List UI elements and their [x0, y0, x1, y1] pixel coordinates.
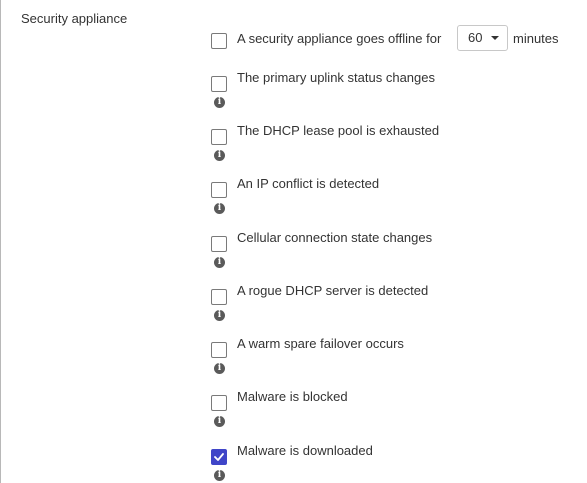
offline-minutes-select[interactable]: 60 [457, 25, 508, 51]
alert-row: i Malware is downloaded [211, 443, 581, 483]
section-title: Security appliance [21, 11, 128, 26]
offline-alert-suffix: minutes [513, 31, 559, 46]
alert-checkbox[interactable] [211, 449, 227, 465]
info-icon[interactable]: i [214, 470, 225, 481]
alert-checkbox[interactable] [211, 129, 227, 145]
alert-label: The primary uplink status changes [237, 70, 435, 85]
alert-label: Malware is downloaded [237, 443, 373, 458]
alert-checkbox[interactable] [211, 236, 227, 252]
alert-row: i A warm spare failover occurs [211, 336, 581, 382]
info-icon[interactable]: i [214, 416, 225, 427]
alert-checkbox[interactable] [211, 76, 227, 92]
alert-checkbox[interactable] [211, 289, 227, 305]
info-icon[interactable]: i [214, 97, 225, 108]
alert-row: i Cellular connection state changes [211, 230, 581, 276]
alert-label: A rogue DHCP server is detected [237, 283, 429, 298]
alert-row: i The primary uplink status changes [211, 70, 581, 116]
alert-row: i A rogue DHCP server is detected [211, 283, 581, 329]
offline-minutes-value: 60 [468, 30, 483, 45]
info-icon[interactable]: i [214, 363, 225, 374]
checkmark-icon [214, 453, 224, 461]
offline-alert-checkbox[interactable] [211, 33, 227, 49]
alert-checkbox[interactable] [211, 182, 227, 198]
panel-left-border [0, 0, 1, 483]
info-icon[interactable]: i [214, 310, 225, 321]
info-icon[interactable]: i [214, 203, 225, 214]
offline-alert-label: A security appliance goes offline for [237, 31, 442, 46]
alert-row: i The DHCP lease pool is exhausted [211, 123, 581, 169]
alert-label: Malware is blocked [237, 389, 348, 404]
alert-row: i An IP conflict is detected [211, 176, 581, 222]
alert-checkbox[interactable] [211, 395, 227, 411]
alert-label: The DHCP lease pool is exhausted [237, 123, 440, 138]
alert-label: An IP conflict is detected [237, 176, 380, 191]
info-icon[interactable]: i [214, 150, 225, 161]
chevron-down-icon [491, 36, 499, 40]
alert-checkbox[interactable] [211, 342, 227, 358]
alert-label: Cellular connection state changes [237, 230, 433, 245]
alert-label: A warm spare failover occurs [237, 336, 404, 351]
info-icon[interactable]: i [214, 257, 225, 268]
alert-row: i Malware is blocked [211, 389, 581, 435]
